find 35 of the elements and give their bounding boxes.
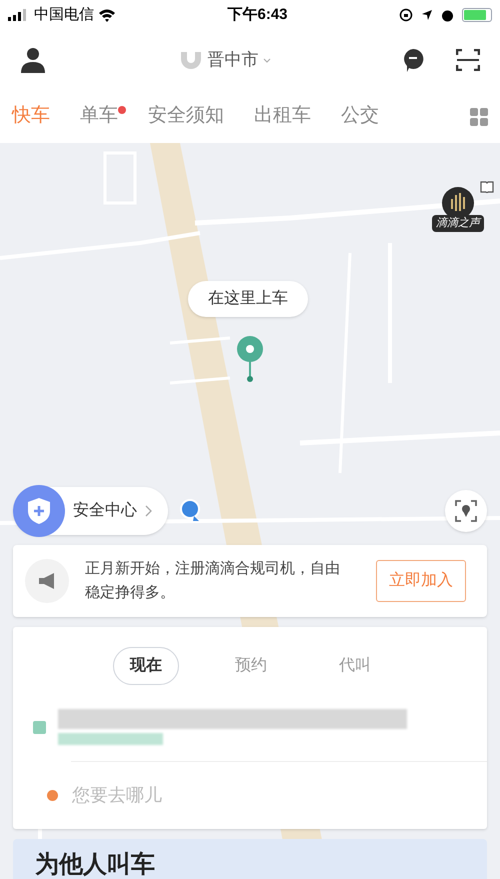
rotation-lock-icon bbox=[399, 8, 413, 22]
battery-icon bbox=[462, 8, 492, 22]
location-dot-icon bbox=[180, 499, 202, 523]
pickup-bubble: 在这里上车 bbox=[188, 281, 308, 317]
tab[interactable]: 安全须知 bbox=[148, 102, 224, 131]
promo-card[interactable]: 为他人叫车 bbox=[13, 839, 487, 879]
carrier-name: 中国电信 bbox=[34, 4, 94, 25]
join-button[interactable]: 立即加入 bbox=[376, 560, 466, 602]
tab[interactable]: 快车 bbox=[12, 102, 50, 131]
profile-icon[interactable] bbox=[20, 47, 46, 73]
scan-icon[interactable] bbox=[456, 49, 480, 71]
chevron-down-icon bbox=[262, 58, 270, 62]
mode-tab[interactable]: 预约 bbox=[219, 648, 283, 684]
status-time: 下午6:43 bbox=[227, 4, 288, 25]
promo-title: 为他人叫车 bbox=[35, 851, 155, 878]
megaphone-icon bbox=[37, 572, 57, 590]
voice-badge[interactable]: 滴滴之声 bbox=[432, 215, 484, 232]
tab[interactable]: 出租车 bbox=[254, 102, 311, 131]
notice-text: 正月新开始，注册滴滴合规司机，自由稳定挣得多。 bbox=[85, 559, 341, 603]
chevron-right-icon bbox=[145, 505, 152, 517]
book-icon[interactable] bbox=[480, 181, 494, 193]
shield-icon bbox=[27, 497, 51, 525]
city-selector[interactable]: 晋中市 bbox=[208, 47, 270, 73]
mode-tab[interactable]: 代叫 bbox=[323, 648, 387, 684]
wifi-icon bbox=[98, 8, 116, 22]
tab[interactable]: 公交 bbox=[341, 102, 379, 131]
locate-icon bbox=[455, 500, 477, 522]
tab[interactable]: 单车 bbox=[80, 102, 118, 131]
message-icon[interactable] bbox=[402, 48, 424, 72]
mode-tab[interactable]: 现在 bbox=[113, 647, 179, 685]
destination-field[interactable]: 您要去哪儿 bbox=[72, 782, 487, 809]
start-marker-icon bbox=[33, 720, 46, 734]
location-icon bbox=[421, 9, 433, 21]
safety-center-button[interactable]: 安全中心 bbox=[13, 487, 168, 535]
grid-icon[interactable] bbox=[470, 108, 488, 126]
